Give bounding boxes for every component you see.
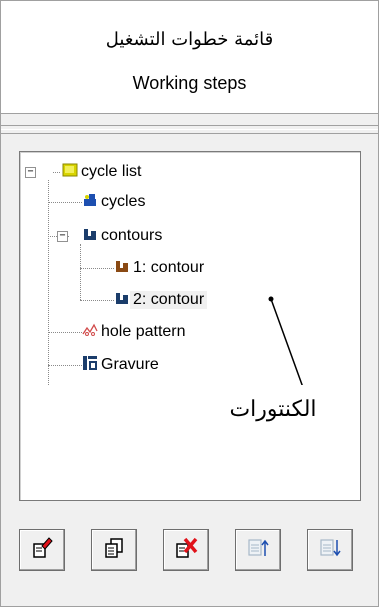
delete-button[interactable] <box>163 529 209 571</box>
move-up-button[interactable] <box>235 529 281 571</box>
working-steps-panel: قائمة خطوات التشغيل Working steps − cycl… <box>0 0 379 607</box>
edit-icon <box>30 536 54 564</box>
copy-icon <box>102 536 126 564</box>
copy-button[interactable] <box>91 529 137 571</box>
move-down-icon <box>318 536 342 564</box>
annotation-leader-line <box>268 296 306 394</box>
move-up-icon <box>246 536 270 564</box>
move-down-button[interactable] <box>307 529 353 571</box>
edit-button[interactable] <box>19 529 65 571</box>
annotation-label: الكنتورات <box>193 385 353 435</box>
delete-icon <box>174 536 198 564</box>
